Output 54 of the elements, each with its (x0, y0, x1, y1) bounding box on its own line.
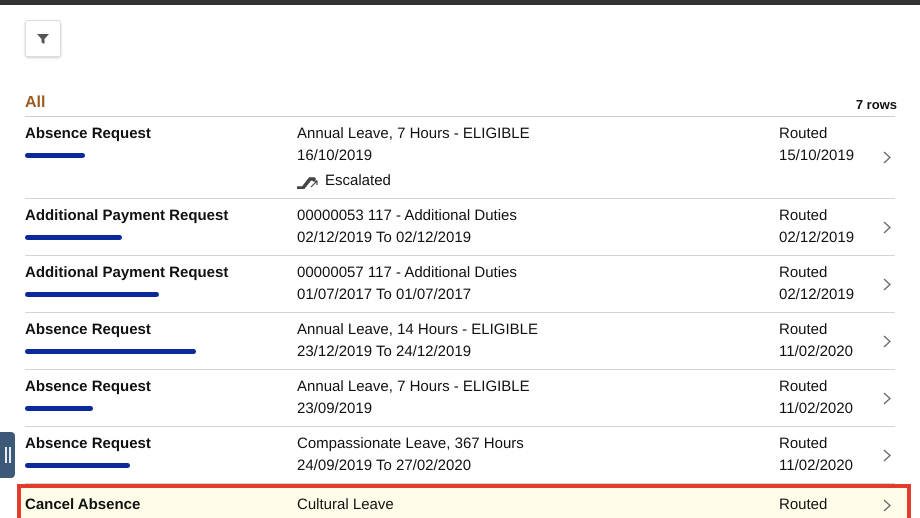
request-detail: Annual Leave, 14 Hours - ELIGIBLE (297, 320, 539, 340)
request-title: Absence Request (25, 320, 152, 340)
request-detail: 01/07/2017 To 01/07/2017 (297, 285, 472, 305)
routed-date: 11/02/2020 (779, 456, 854, 476)
request-detail: Annual Leave, 7 Hours - ELIGIBLE (297, 124, 531, 144)
request-title: Absence Request (25, 377, 152, 397)
request-detail: 16/10/2019 (297, 146, 374, 166)
list-row[interactable]: Absence Request Annual Leave, 7 Hours - ELIGIBLE 16/10/2019 Escalated Routed 15/10/2019 (25, 117, 895, 199)
request-detail: 24/09/2019 To 27/02/2020 (297, 456, 472, 476)
chevron-right-icon (883, 334, 891, 348)
list-row[interactable]: Absence Request Annual Leave, 14 Hours - ELIGIBLE 23/12/2019 To 24/12/2019 Routed 11/02/2020 (25, 313, 895, 370)
routed-date: 02/12/2019 (779, 228, 856, 248)
chevron-right-icon (883, 220, 891, 234)
request-detail: 23/09/2019 (297, 399, 374, 419)
request-detail: Compassionate Leave, 367 Hours (297, 434, 525, 454)
routed-date: 11/02/2020 (779, 342, 854, 362)
list-row[interactable]: Absence Request Annual Leave, 7 Hours - ELIGIBLE 23/09/2019 Routed 11/02/2020 (25, 370, 895, 427)
routed-date: 02/12/2019 (779, 285, 856, 305)
status-label: Routed (779, 495, 828, 515)
request-title: Additional Payment Request (25, 206, 230, 226)
status-label: Routed (779, 320, 828, 340)
list-row[interactable]: Additional Payment Request 00000057 117 - Additional Duties 01/07/2017 To 01/07/2017 Routed 02/12/2019 (25, 256, 895, 313)
status-label: Routed (779, 124, 828, 144)
list-row[interactable]: Absence Request Compassionate Leave, 367 Hours 24/09/2019 To 27/02/2020 Routed 11/02/2020 (25, 427, 895, 484)
status-label: Routed (779, 377, 828, 397)
routed-date: 15/10/2019 (779, 146, 856, 166)
request-title: Cancel Absence (25, 495, 142, 515)
request-title: Additional Payment Request (25, 263, 230, 283)
routed-date: 11/02/2020 (779, 399, 854, 419)
request-detail: 23/12/2019 To 24/12/2019 (297, 342, 472, 362)
status-label: Routed (779, 263, 828, 283)
chevron-right-icon (883, 498, 891, 512)
request-title: Absence Request (25, 434, 152, 454)
side-handle[interactable] (0, 432, 15, 478)
escalation-label: Escalated (325, 171, 391, 191)
chevron-right-icon (883, 151, 891, 164)
list-heading: All (25, 94, 46, 112)
request-detail: 02/12/2019 To 02/12/2019 (297, 228, 472, 248)
grip-icon (4, 447, 12, 463)
chevron-right-icon (883, 392, 891, 404)
request-detail: Cultural Leave (297, 495, 395, 515)
request-detail: 00000057 117 - Additional Duties (297, 263, 518, 283)
list-row[interactable]: Additional Payment Request 00000053 117 - Additional Duties 02/12/2019 To 02/12/2019 Routed 02/12/2019 (25, 199, 895, 256)
status-label: Routed (779, 206, 828, 226)
filter-button[interactable] (25, 20, 61, 57)
request-detail: 00000053 117 - Additional Duties (297, 206, 518, 226)
chevron-right-icon (883, 278, 891, 290)
chevron-right-icon (883, 448, 891, 462)
request-title: Absence Request (25, 124, 152, 144)
filter-icon (36, 32, 50, 46)
request-detail: Annual Leave, 7 Hours - ELIGIBLE (297, 377, 531, 397)
list-row[interactable]: Cancel Absence Cultural Leave Routed (21, 488, 907, 518)
row-count: 7 rows (856, 97, 897, 112)
status-label: Routed (779, 434, 828, 454)
